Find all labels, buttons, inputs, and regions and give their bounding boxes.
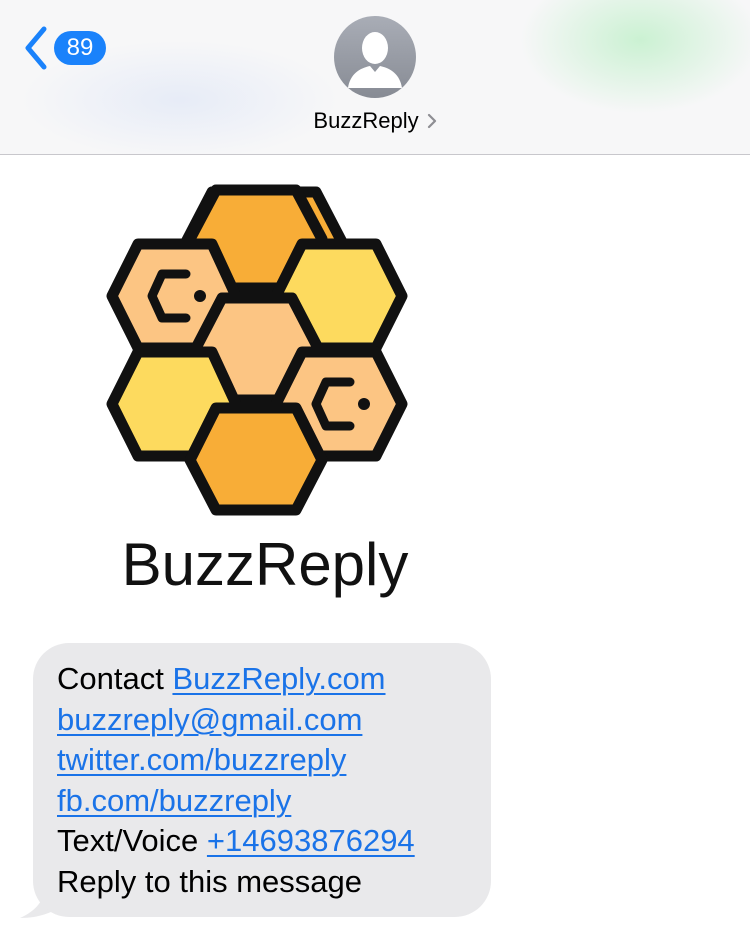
- reply-line: Reply to this message: [57, 863, 362, 899]
- twitter-link[interactable]: twitter.com/buzzreply: [57, 742, 346, 777]
- contact-name: BuzzReply: [313, 108, 419, 133]
- header-glow: [510, 0, 750, 120]
- dot-right: [358, 398, 370, 410]
- text-voice-label: Text/Voice: [57, 823, 207, 858]
- hexagon-bottom-orange: [184, 402, 328, 516]
- unread-count-badge: 89: [54, 31, 106, 65]
- back-button[interactable]: 89: [22, 24, 112, 72]
- email-line: buzzreply@gmail.com: [57, 700, 471, 741]
- twitter-line: twitter.com/buzzreply: [57, 740, 471, 781]
- dot-left: [194, 290, 206, 302]
- facebook-line: fb.com/buzzreply: [57, 781, 471, 822]
- contact-name-button[interactable]: BuzzReply: [0, 106, 750, 136]
- facebook-link[interactable]: fb.com/buzzreply: [57, 783, 291, 818]
- contact-label: Contact: [57, 661, 173, 696]
- email-link[interactable]: buzzreply@gmail.com: [57, 702, 362, 737]
- contact-avatar[interactable]: [334, 16, 416, 98]
- message-bubble[interactable]: Contact BuzzReply.com buzzreply@gmail.co…: [33, 643, 491, 917]
- phone-line: Text/Voice +14693876294: [57, 821, 471, 862]
- contact-line: Contact BuzzReply.com: [57, 659, 471, 700]
- conversation-header: 89 BuzzReply: [0, 0, 750, 155]
- phone-link[interactable]: +14693876294: [207, 823, 415, 858]
- person-silhouette-icon: [348, 32, 402, 88]
- chevron-left-icon: [25, 26, 47, 70]
- chevron-right-icon: [427, 113, 436, 129]
- buzzreply-logo-image[interactable]: [100, 180, 430, 520]
- website-link[interactable]: BuzzReply.com: [172, 661, 385, 696]
- logo-wordmark: BuzzReply: [121, 531, 409, 598]
